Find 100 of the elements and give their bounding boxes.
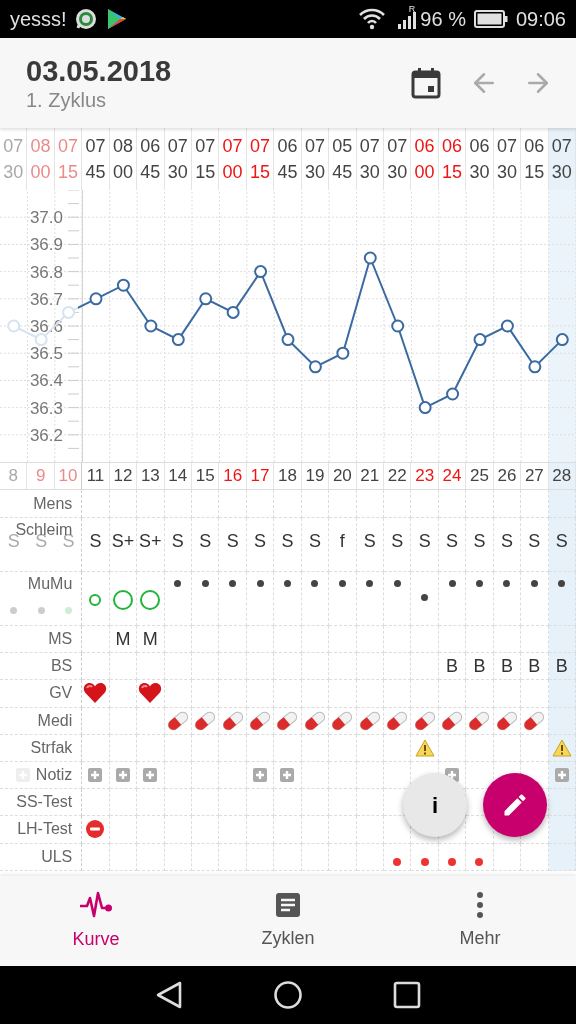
nav-tab[interactable]: Zyklen	[192, 876, 384, 966]
day-cell[interactable]: 13	[137, 463, 165, 489]
battery-percent: 96 %	[420, 7, 466, 32]
carrier-text: yesss!	[10, 7, 67, 32]
time-cell: 05 45	[329, 128, 357, 190]
axis-label: 36.4	[29, 371, 63, 391]
table-cell	[356, 761, 384, 790]
table-cell	[301, 816, 330, 844]
table-cell	[192, 761, 220, 790]
day-cell[interactable]: 26	[493, 463, 522, 489]
cell-text: S	[226, 532, 239, 550]
cell-text: S	[171, 532, 184, 550]
day-cell[interactable]: 17	[246, 463, 275, 489]
table-cell	[329, 816, 357, 844]
data-point	[281, 333, 295, 347]
day-cell[interactable]: 12	[109, 463, 138, 489]
cell-text: S	[528, 532, 541, 550]
time-cell: 06 00	[411, 128, 439, 190]
data-point	[555, 333, 569, 347]
axis-label: 36.8	[29, 262, 63, 282]
edit-button[interactable]	[483, 773, 547, 837]
time-cell: 08 00	[27, 128, 55, 190]
day-cell[interactable]: 25	[466, 463, 494, 489]
data-point	[473, 333, 487, 347]
table-cell	[521, 843, 549, 871]
day-cell[interactable]: 24	[438, 463, 467, 489]
cell-text: B	[500, 657, 513, 676]
cell-text: S+	[139, 532, 162, 550]
table-cell	[301, 789, 330, 817]
table-cell	[548, 816, 576, 844]
table-cell	[192, 816, 220, 844]
back-icon[interactable]	[155, 980, 183, 1010]
day-cell[interactable]: 18	[274, 463, 302, 489]
data-point	[254, 265, 268, 279]
day-cell[interactable]: 22	[384, 463, 412, 489]
table-cell	[164, 843, 192, 871]
data-point	[7, 319, 21, 333]
day-cell[interactable]: 28	[548, 463, 576, 489]
calendar-button[interactable]	[408, 65, 444, 101]
table-cell	[246, 843, 275, 871]
row-label: Medi	[37, 710, 73, 731]
cell-text: S	[446, 532, 459, 550]
row-label: BS	[50, 656, 73, 677]
nav-tab[interactable]: Mehr	[384, 876, 576, 966]
table-cell	[192, 789, 220, 817]
day-cell[interactable]: 21	[356, 463, 384, 489]
row-label: LH-Test	[17, 819, 73, 840]
table-cell	[329, 761, 357, 790]
table-cell	[164, 653, 192, 681]
table-cell	[329, 789, 357, 817]
row-label: SS-Test	[16, 792, 73, 813]
nav-tab[interactable]: Kurve	[0, 876, 192, 966]
cell-text: f	[339, 532, 345, 550]
data-point	[226, 305, 240, 319]
play-icon	[106, 8, 127, 30]
table-cell	[219, 843, 247, 871]
row-label: Notiz	[35, 765, 73, 786]
table-cell	[274, 816, 302, 844]
day-cell[interactable]: 15	[192, 463, 220, 489]
table-cell	[164, 816, 192, 844]
time-cell: 06 30	[466, 128, 494, 190]
day-cell[interactable]: 14	[164, 463, 192, 489]
row-label: Mens	[33, 493, 73, 514]
document-icon	[274, 890, 302, 919]
axis-label: 36.6	[29, 317, 63, 336]
table-cell	[109, 843, 138, 871]
info-button[interactable]: i	[403, 773, 467, 837]
cell-text: B	[528, 657, 541, 676]
data-point	[34, 333, 48, 347]
more-icon	[476, 890, 484, 919]
table-cell	[137, 816, 165, 844]
cell-text: S	[254, 532, 267, 550]
time-cell: 08 00	[109, 128, 138, 190]
axis-label: 37.0	[29, 208, 63, 228]
cell-text: S	[89, 532, 102, 550]
data-point	[336, 346, 350, 360]
cell-text: B	[555, 657, 568, 676]
time-cell: 07 30	[164, 128, 192, 190]
cycle-subtitle: 1. Zyklus	[26, 88, 108, 112]
day-cell[interactable]: 27	[521, 463, 549, 489]
time-cell: 07 30	[0, 128, 28, 190]
home-icon[interactable]	[273, 980, 303, 1010]
recents-icon[interactable]	[393, 981, 421, 1009]
table-cell	[246, 653, 275, 681]
row-label: GV	[49, 683, 73, 704]
day-cell[interactable]: 11	[82, 463, 110, 489]
day-cell[interactable]: 23	[411, 463, 439, 489]
day-cell[interactable]: 16	[219, 463, 247, 489]
time-cell: 07 30	[356, 128, 384, 190]
day-cell[interactable]: 20	[329, 463, 357, 489]
data-point	[528, 360, 542, 374]
wifi-icon	[357, 8, 386, 30]
day-cell[interactable]: 19	[301, 463, 330, 489]
row-label: Strfak	[30, 737, 73, 758]
cell-text: S	[308, 532, 321, 550]
cell-text: S	[473, 532, 486, 550]
cell-text: S	[555, 532, 568, 550]
cell-text: S	[363, 532, 376, 550]
row-label: ULS	[41, 846, 73, 867]
clock-text: 09:06	[515, 7, 566, 32]
